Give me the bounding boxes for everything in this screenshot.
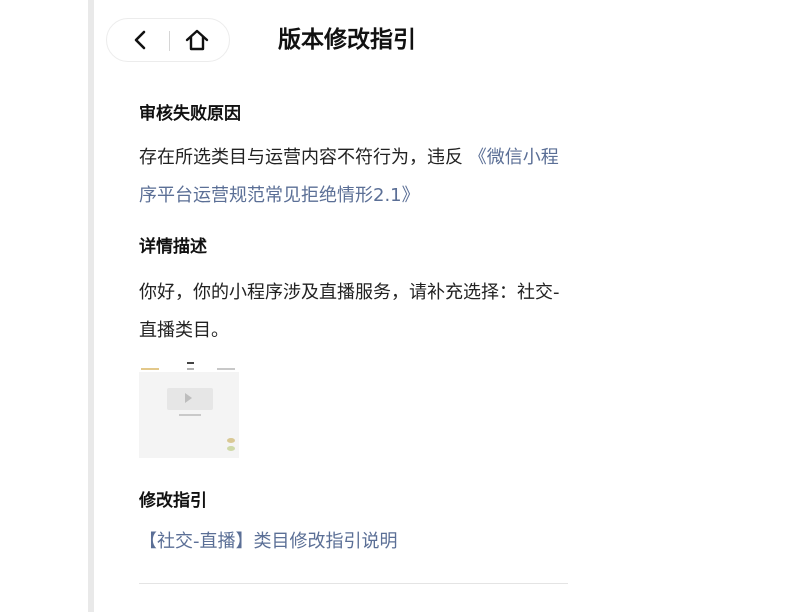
chevron-left-icon: [134, 30, 146, 50]
home-button[interactable]: [171, 19, 223, 61]
play-icon: [185, 393, 192, 403]
divider: [139, 583, 568, 584]
home-icon: [185, 29, 209, 51]
guide-heading: 修改指引: [139, 491, 207, 511]
thumb-caption-mark: [179, 414, 201, 416]
thumb-tab-mark: [141, 368, 159, 370]
thumb-tab-mark: [217, 368, 235, 370]
thumb-video-card: [167, 388, 213, 410]
reason-body: 存在所选类目与运营内容不符行为，违反: [139, 147, 469, 168]
nav-capsule: [106, 18, 230, 62]
reason-text: 存在所选类目与运营内容不符行为，违反 《微信小程序平台运营规范常见拒绝情形2.1…: [139, 139, 564, 215]
thumb-float-mark: [227, 446, 235, 451]
thumb-title-mark: [187, 362, 194, 364]
detail-heading: 详情描述: [139, 237, 207, 257]
panel-edge: [88, 0, 94, 612]
detail-text: 你好，你的小程序涉及直播服务，请补充选择：社交-直播类目。: [139, 282, 560, 341]
reason-heading: 审核失败原因: [139, 104, 241, 124]
page-title: 版本修改指引: [278, 27, 416, 53]
page: 版本修改指引 审核失败原因 存在所选类目与运营内容不符行为，违反 《微信小程序平…: [0, 0, 807, 612]
capsule-separator: [169, 31, 170, 51]
screenshot-thumbnail[interactable]: [139, 358, 239, 458]
thumb-tab-mark: [187, 368, 194, 370]
thumb-float-mark: [227, 438, 235, 443]
guide-link[interactable]: 【社交-直播】类目修改指引说明: [139, 523, 564, 561]
back-button[interactable]: [115, 19, 167, 61]
